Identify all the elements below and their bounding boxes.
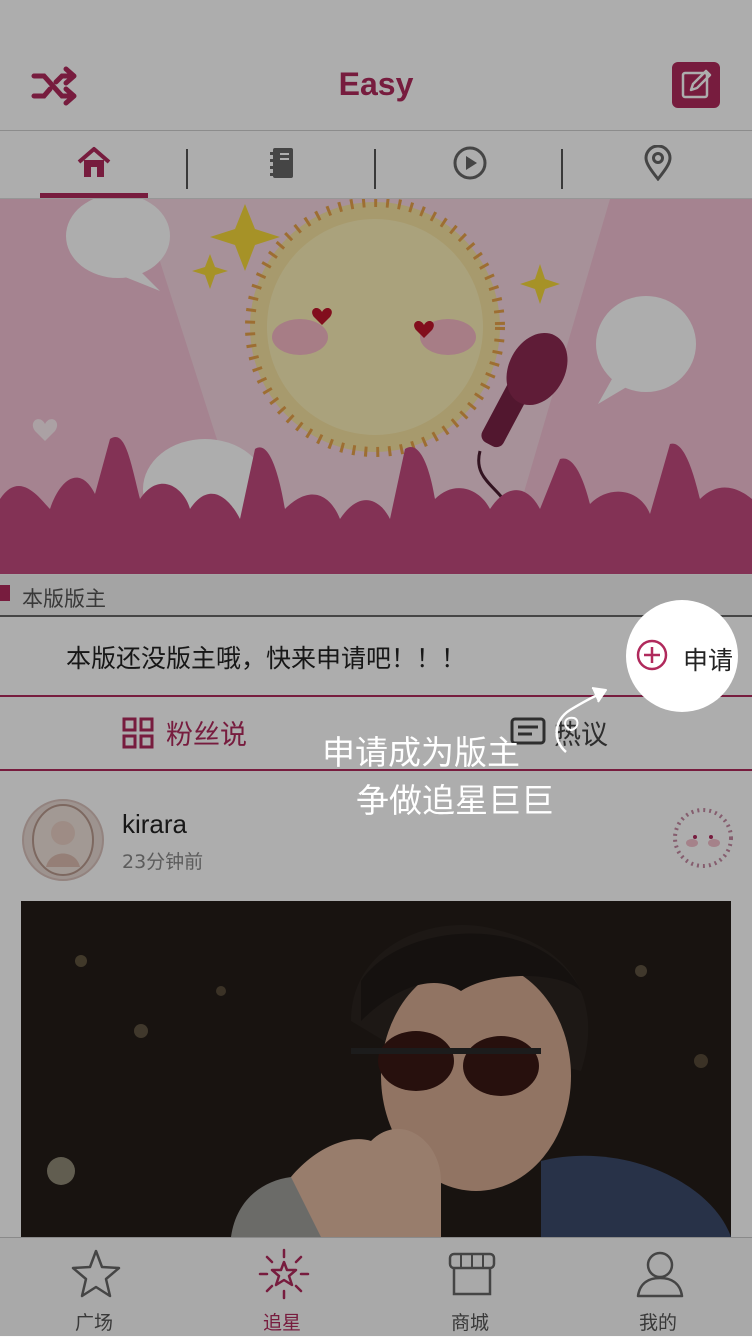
- guide-hint-line1: 申请成为版主: [322, 733, 520, 772]
- guide-spotlight-apply[interactable]: 申请: [626, 600, 738, 712]
- app-screen: Easy 本版版主 本版还没版主哦，快来申请吧！！！ 粉丝说 热议 kirara…: [0, 0, 752, 1337]
- apply-label: 申请: [683, 646, 734, 675]
- guide-hint-line2: 争做追星巨巨: [356, 781, 554, 820]
- guide-arrow-icon: [555, 687, 607, 753]
- plus-circle-icon: [636, 639, 668, 671]
